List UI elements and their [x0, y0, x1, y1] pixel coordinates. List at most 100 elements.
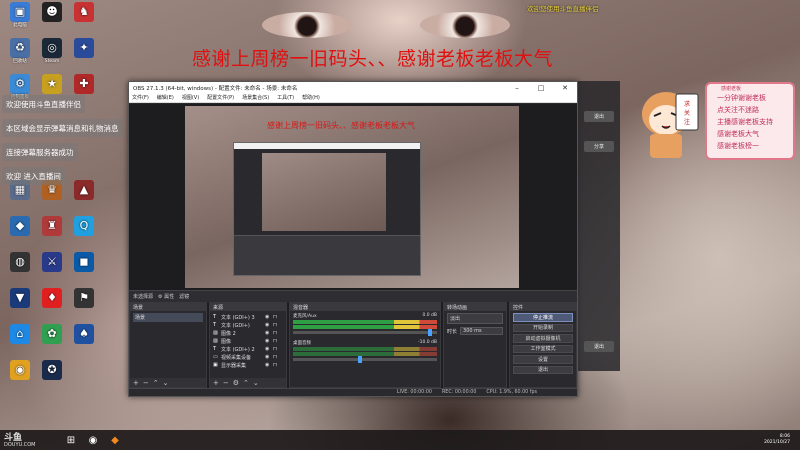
- desktop-icon[interactable]: ◍: [6, 252, 34, 274]
- obs-window[interactable]: OBS 27.1.3 (64-bit, windows) - 配置文件: 未命名…: [128, 81, 578, 397]
- desktop-icon-grid: ▣此电脑☻♞♻回收站◎Steam✦⚙控制面板★✚▦♛▲◆♜Q◍⚔◼▼♦⚑⌂✿♠◉…: [2, 2, 112, 417]
- visibility-lock-icons[interactable]: ◉ ⊓: [265, 338, 283, 344]
- move-up-icon[interactable]: ⌃: [153, 379, 159, 387]
- obs-taskbar-icon[interactable]: ◉: [82, 430, 104, 450]
- source-item[interactable]: ▭ 视频采集设备 ◉ ⊓: [213, 353, 283, 361]
- desktop-icon[interactable]: ◆: [6, 216, 34, 238]
- desktop-icon[interactable]: ✪: [38, 360, 66, 382]
- obs-preview-area[interactable]: 感谢上周榜一旧码头、、感谢老板老板大气: [129, 104, 577, 290]
- desktop-icon[interactable]: ♦: [38, 288, 66, 310]
- thanks-sign: 感谢老板 一分钟谢谢老板 点关注不迷路 主播感谢老板支持 感谢老板大气 感谢老板…: [705, 82, 795, 160]
- desktop-icon[interactable]: ★: [38, 74, 66, 96]
- desktop-app-icon: ◼: [74, 252, 94, 272]
- livestream-app-panel[interactable]: 退出 分享 退出: [578, 81, 620, 371]
- obs-titlebar[interactable]: OBS 27.1.3 (64-bit, windows) - 配置文件: 未命名…: [129, 82, 577, 93]
- desktop-icon[interactable]: ♠: [70, 324, 98, 346]
- desktop-icon[interactable]: ◎ Steam: [38, 38, 66, 65]
- remove-icon[interactable]: −: [223, 379, 229, 387]
- preview-canvas[interactable]: 感谢上周榜一旧码头、、感谢老板老板大气: [185, 106, 519, 288]
- control-button[interactable]: 开始录制: [513, 323, 573, 332]
- exit-button[interactable]: 退出: [584, 341, 614, 352]
- share-button[interactable]: 分享: [584, 141, 614, 152]
- menu-tools[interactable]: 工具(T): [277, 94, 294, 101]
- add-icon[interactable]: +: [133, 379, 139, 387]
- source-type-icon: ▨: [213, 330, 218, 336]
- visibility-lock-icons[interactable]: ◉ ⊓: [265, 314, 283, 320]
- source-item[interactable]: T 文本 (GDI+) ◉ ⊓: [213, 321, 283, 329]
- chat-message: 欢迎 进入直播间: [2, 167, 65, 185]
- desktop-icon[interactable]: ⚔: [38, 252, 66, 274]
- volume-slider[interactable]: [293, 329, 437, 336]
- desktop-app-icon: ▼: [10, 288, 30, 308]
- properties-button[interactable]: ⚙ 属性: [158, 293, 174, 300]
- start-button[interactable]: ⊞: [60, 430, 82, 450]
- obs-menubar: 文件(F) 编辑(E) 视图(V) 配置文件(P) 场景集合(S) 工具(T) …: [129, 93, 577, 103]
- sources-dock: 来源 T 文本 (GDI+) 3 ◉ ⊓ T 文本 (GDI+) ◉ ⊓ ▨ 图像 2 ◉ ⊓ ▨…: [209, 302, 287, 388]
- desktop-icon[interactable]: ◼: [70, 252, 98, 274]
- nested-docks: [234, 235, 420, 275]
- menu-scene-collection[interactable]: 场景集合(S): [242, 94, 269, 101]
- visibility-lock-icons[interactable]: ◉ ⊓: [265, 322, 283, 328]
- add-icon[interactable]: +: [213, 379, 219, 387]
- desktop-app-icon: ✚: [74, 74, 94, 94]
- source-item[interactable]: ▣ 显示器采集 ◉ ⊓: [213, 361, 283, 369]
- slider-handle[interactable]: [357, 356, 362, 363]
- desktop-icon[interactable]: ✚: [70, 74, 98, 96]
- svg-text:关: 关: [684, 109, 690, 117]
- menu-edit[interactable]: 编辑(E): [157, 94, 174, 101]
- maximize-button[interactable]: □: [529, 84, 553, 92]
- visibility-lock-icons[interactable]: ◉ ⊓: [265, 354, 283, 360]
- exit-button[interactable]: 退出: [584, 111, 614, 122]
- desktop-icon[interactable]: ▼: [6, 288, 34, 310]
- slider-handle[interactable]: [428, 329, 433, 336]
- desktop-icon[interactable]: Q: [70, 216, 98, 238]
- menu-help[interactable]: 帮助(H): [302, 94, 320, 101]
- rec-timer: REC: 00:00:00: [441, 390, 477, 395]
- desktop-icon[interactable]: ✿: [38, 324, 66, 346]
- filters-button[interactable]: 滤镜: [179, 293, 189, 300]
- desktop-icon[interactable]: ♞: [70, 2, 98, 24]
- duration-label: 时长: [447, 328, 458, 335]
- desktop-icon[interactable]: ✦: [70, 38, 98, 60]
- control-button[interactable]: 工作室模式: [513, 344, 573, 353]
- source-item[interactable]: ▨ 图像 2 ◉ ⊓: [213, 329, 283, 337]
- scene-item[interactable]: 场景: [133, 313, 203, 322]
- menu-file[interactable]: 文件(F): [132, 94, 149, 101]
- duration-input[interactable]: 300 ms: [460, 327, 503, 335]
- source-item[interactable]: T 文本 (GDI+) 2 ◉ ⊓: [213, 345, 283, 353]
- close-button[interactable]: ✕: [553, 84, 577, 92]
- visibility-lock-icons[interactable]: ◉ ⊓: [265, 330, 283, 336]
- control-button[interactable]: 设置: [513, 355, 573, 364]
- gear-icon[interactable]: ⚙: [233, 379, 239, 387]
- visibility-lock-icons[interactable]: ◉ ⊓: [265, 346, 283, 352]
- desktop-icon[interactable]: ♜: [38, 216, 66, 238]
- source-item[interactable]: ▨ 图像 ◉ ⊓: [213, 337, 283, 345]
- volume-meter: [293, 347, 437, 351]
- control-button[interactable]: 停止推流: [513, 313, 573, 322]
- control-button[interactable]: 启动虚拟摄像机: [513, 334, 573, 343]
- desktop-icon[interactable]: ▲: [70, 180, 98, 202]
- menu-view[interactable]: 视图(V): [182, 94, 199, 101]
- desktop-icon[interactable]: ♻ 回收站: [6, 38, 34, 65]
- move-up-icon[interactable]: ⌃: [243, 379, 249, 387]
- move-down-icon[interactable]: ⌄: [163, 379, 169, 387]
- desktop-icon[interactable]: ☻: [38, 2, 66, 24]
- source-label: 文本 (GDI+): [221, 322, 250, 329]
- desktop-icon[interactable]: ▣ 此电脑: [6, 2, 34, 29]
- remove-icon[interactable]: −: [143, 379, 149, 387]
- move-down-icon[interactable]: ⌄: [253, 379, 259, 387]
- menu-profile[interactable]: 配置文件(P): [207, 94, 234, 101]
- desktop-app-icon: ♜: [42, 216, 62, 236]
- source-item[interactable]: T 文本 (GDI+) 3 ◉ ⊓: [213, 313, 283, 321]
- control-button[interactable]: 退出: [513, 365, 573, 374]
- minimize-button[interactable]: –: [505, 84, 529, 92]
- desktop-icon[interactable]: ◉: [6, 360, 34, 382]
- desktop-app-icon: ⚙: [10, 74, 30, 94]
- volume-slider[interactable]: [293, 356, 437, 363]
- transition-select[interactable]: 淡出: [447, 313, 503, 324]
- visibility-lock-icons[interactable]: ◉ ⊓: [265, 362, 283, 368]
- desktop-icon[interactable]: ⌂: [6, 324, 34, 346]
- douyu-taskbar-icon[interactable]: ◆: [104, 430, 126, 450]
- desktop-icon[interactable]: ⚑: [70, 288, 98, 310]
- system-tray-clock[interactable]: 8:06 2021/10/27: [764, 434, 790, 446]
